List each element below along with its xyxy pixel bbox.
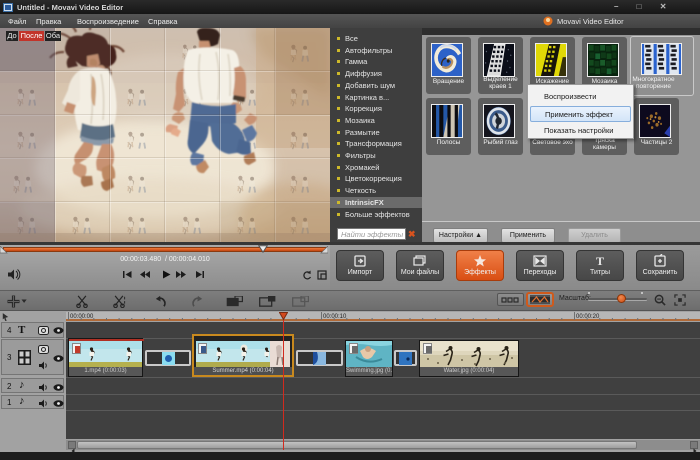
- svg-text:00:00:10: 00:00:10: [323, 314, 347, 320]
- svg-text:00:00:20: 00:00:20: [576, 314, 600, 320]
- svg-text:00:00:00: 00:00:00: [70, 314, 94, 320]
- svg-text:T: T: [596, 254, 604, 268]
